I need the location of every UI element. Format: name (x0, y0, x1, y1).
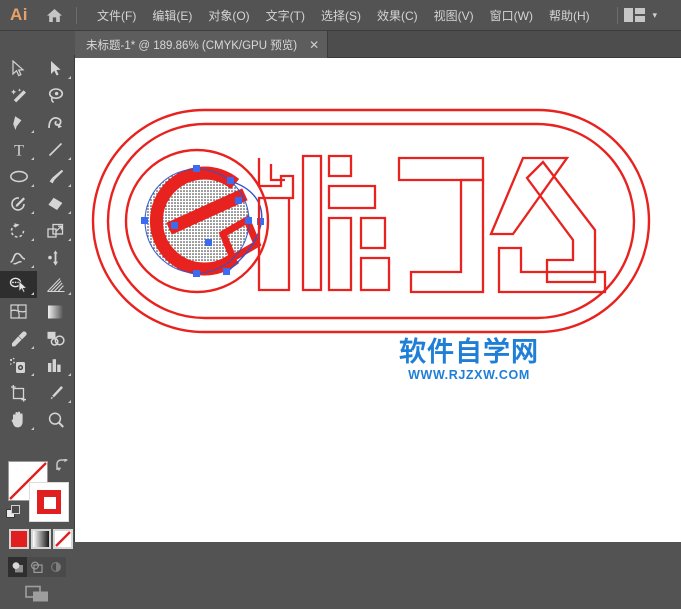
color-mode-none[interactable] (53, 529, 73, 549)
curvature-tool[interactable] (37, 109, 74, 136)
menu-item-type[interactable]: 文字(T) (258, 3, 313, 28)
eyedropper-tool[interactable] (0, 325, 37, 352)
swap-fill-stroke-icon[interactable] (55, 457, 70, 478)
menu-item-view[interactable]: 视图(V) (426, 3, 482, 28)
app-logo: Ai (10, 5, 28, 24)
artwork-eleme-logo (91, 108, 651, 334)
slice-tool[interactable] (37, 379, 74, 406)
tool-flyout-indicator (31, 211, 34, 214)
paintbrush-tool[interactable] (37, 163, 74, 190)
tool-flyout-indicator (31, 238, 34, 241)
document-tab[interactable]: 未标题-1* @ 189.86% (CMYK/GPU 预览) ✕ (75, 31, 329, 58)
menu-item-effect[interactable]: 效果(C) (369, 3, 426, 28)
char-e-outline (257, 154, 391, 292)
line-segment-tool[interactable] (37, 136, 74, 163)
tool-flyout-indicator (68, 76, 71, 79)
selection-tool[interactable] (0, 55, 37, 82)
home-icon[interactable] (38, 0, 70, 31)
none-slash-icon (55, 531, 71, 547)
menu-item-select[interactable]: 选择(S) (313, 3, 369, 28)
stroke-swatch[interactable] (29, 482, 69, 522)
column-graph-tool[interactable] (37, 352, 74, 379)
direct-selection-tool[interactable] (37, 55, 74, 82)
menu-item-list: 文件(F) 编辑(E) 对象(O) 文字(T) 选择(S) 效果(C) 视图(V… (89, 3, 598, 28)
mesh-tool[interactable] (0, 298, 37, 325)
document-tab-bar: 未标题-1* @ 189.86% (CMYK/GPU 预览) ✕ (0, 31, 681, 58)
menu-item-object[interactable]: 对象(O) (200, 3, 257, 28)
tool-flyout-indicator (31, 184, 34, 187)
draw-inside-mode[interactable] (46, 557, 65, 577)
tab-strip: 未标题-1* @ 189.86% (CMYK/GPU 预览) ✕ (75, 31, 681, 58)
artboard-tool[interactable] (0, 379, 37, 406)
tool-flyout-indicator (31, 292, 34, 295)
tool-flyout-indicator (68, 157, 71, 160)
width-tool[interactable] (0, 244, 37, 271)
gradient-tool[interactable] (37, 298, 74, 325)
menu-bar-right: ▾ (611, 6, 681, 24)
tool-flyout-indicator (68, 238, 71, 241)
tool-flyout-indicator (31, 157, 34, 160)
tools-panel: T (0, 55, 75, 602)
magic-wand-tool[interactable] (0, 82, 37, 109)
close-icon[interactable]: ✕ (309, 39, 319, 51)
tool-flyout-indicator (31, 427, 34, 430)
tool-grid: T (0, 55, 74, 433)
svg-text:T: T (14, 143, 24, 159)
menu-bar: Ai 文件(F) 编辑(E) 对象(O) 文字(T) 选择(S) 效果(C) 视… (0, 0, 681, 31)
color-mode-buttons (9, 529, 75, 549)
tool-flyout-indicator (31, 130, 34, 133)
tool-flyout-indicator (31, 346, 34, 349)
symbol-sprayer-tool[interactable] (0, 352, 37, 379)
ellipse-tool[interactable] (0, 163, 37, 190)
tool-flyout-indicator (31, 373, 34, 376)
tool-flyout-indicator (68, 211, 71, 214)
tool-flyout-indicator (68, 292, 71, 295)
stroke-color-hole (44, 497, 56, 509)
char-me-outline (489, 156, 607, 294)
rotate-tool[interactable] (0, 217, 37, 244)
free-transform-tool[interactable] (37, 244, 74, 271)
tool-flyout-indicator (68, 184, 71, 187)
eraser-tool[interactable] (37, 190, 74, 217)
menu-item-edit[interactable]: 编辑(E) (144, 3, 200, 28)
shaper-tool[interactable] (0, 190, 37, 217)
perspective-grid-tool[interactable] (37, 271, 74, 298)
illustrator-window: Ai 文件(F) 编辑(E) 对象(O) 文字(T) 选择(S) 效果(C) 视… (0, 0, 681, 602)
chevron-down-icon[interactable]: ▾ (652, 10, 657, 21)
drawing-mode-buttons (8, 557, 66, 577)
color-mode-gradient[interactable] (31, 529, 51, 549)
menu-divider-right (617, 6, 619, 24)
char-le-outline (397, 156, 485, 294)
hand-tool[interactable] (0, 406, 37, 433)
pen-tool[interactable] (0, 109, 37, 136)
document-canvas[interactable]: 软件自学网 WWW.RJZXW.COM (75, 58, 681, 542)
tool-flyout-indicator (31, 265, 34, 268)
menu-item-file[interactable]: 文件(F) (89, 3, 144, 28)
menu-item-help[interactable]: 帮助(H) (541, 3, 598, 28)
scale-tool[interactable] (37, 217, 74, 244)
tool-flyout-indicator (68, 400, 71, 403)
arrange-documents-icon[interactable] (624, 8, 646, 22)
menu-item-window[interactable]: 窗口(W) (482, 3, 541, 28)
change-screen-mode-button[interactable] (25, 584, 51, 609)
tool-flyout-indicator (68, 373, 71, 376)
shape-builder-tool[interactable] (0, 271, 37, 298)
lasso-tool[interactable] (37, 82, 74, 109)
draw-behind-mode[interactable] (27, 557, 46, 577)
default-fill-stroke-icon[interactable] (6, 505, 21, 525)
color-controls (0, 457, 75, 602)
type-tool[interactable]: T (0, 136, 37, 163)
color-mode-solid[interactable] (9, 529, 29, 549)
zoom-tool[interactable] (37, 406, 74, 433)
document-tab-title: 未标题-1* @ 189.86% (CMYK/GPU 预览) (86, 39, 298, 52)
draw-normal-mode[interactable] (8, 557, 27, 577)
menu-divider-left (76, 6, 77, 24)
blend-tool[interactable] (37, 325, 74, 352)
